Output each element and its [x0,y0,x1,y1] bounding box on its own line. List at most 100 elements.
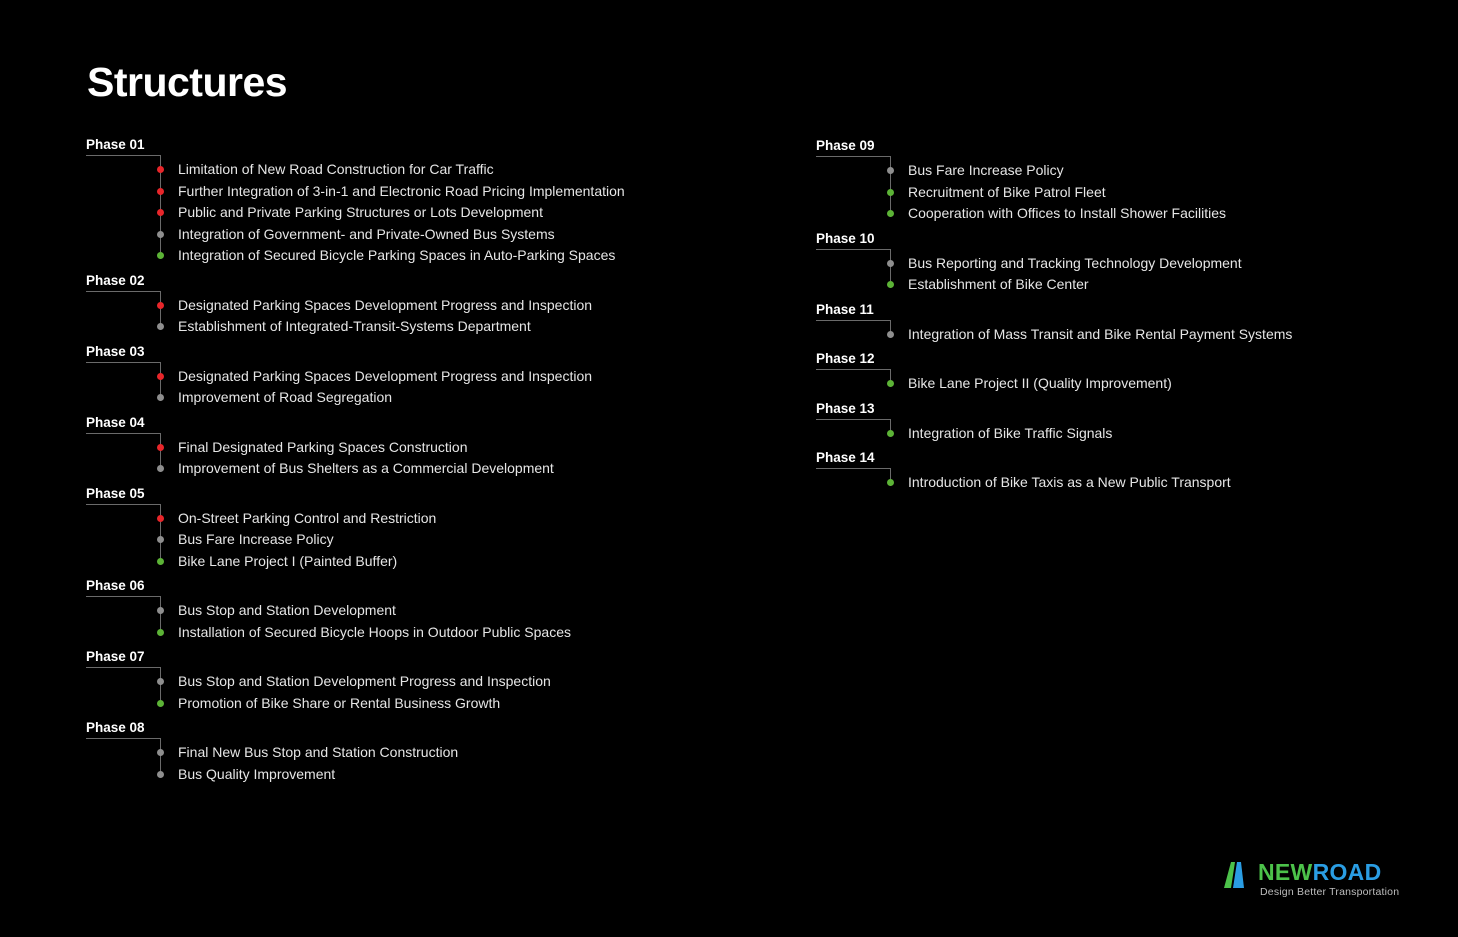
phase-label: Phase 02 [86,273,161,292]
status-dot-icon [157,770,164,778]
phase-item-text: On-Street Parking Control and Restrictio… [178,509,437,526]
phase-item: Bus Fare Increase Policy [157,529,726,551]
status-dot-icon [887,281,894,288]
phase-label: Phase 13 [816,401,891,420]
status-dot-icon [157,187,164,195]
phase-item: Improvement of Bus Shelters as a Commerc… [157,458,726,480]
status-dot-icon [157,678,164,685]
phase-label: Phase 05 [86,486,161,505]
status-dot-icon [887,259,894,267]
phase-item-text: Final Designated Parking Spaces Construc… [178,438,468,455]
status-dot-icon [157,209,164,216]
phase-item-list: Bike Lane Project II (Quality Improvemen… [816,369,1456,395]
phase-item-list: Limitation of New Road Construction for … [86,155,726,267]
phase-label: Phase 07 [86,649,161,668]
brand-logo: NEWROAD Design Better Transportation [1222,858,1412,902]
phase-label: Phase 10 [816,231,891,250]
phase-section: Phase 05 On-Street Parking Control and Re… [86,486,726,573]
phase-item-list: Designated Parking Spaces Development Pr… [86,361,726,409]
phase-label: Phase 01 [86,137,161,156]
phase-item-text: Bus Reporting and Tracking Technology De… [908,254,1242,271]
status-dot-icon [157,230,164,238]
phase-item: Recruitment of Bike Patrol Fleet [887,182,1456,204]
phase-column-right: Phase 09 Bus Fare Increase Policy Recruitm… [816,138,1456,500]
phase-item: Promotion of Bike Share or Rental Busine… [157,693,726,715]
status-dot-icon [157,372,164,380]
status-dot-icon [157,394,164,401]
status-dot-icon [157,699,164,707]
phase-item-text: Bus Stop and Station Development Progres… [178,673,551,689]
phase-section: Phase 11 Integration of Mass Transit and … [816,302,1456,346]
phase-item: Improvement of Road Segregation [157,387,726,409]
phase-item-text: Establishment of Integrated-Transit-Syst… [178,318,531,334]
phase-item: Public and Private Parking Structures or… [157,202,726,224]
phase-section: Phase 09 Bus Fare Increase Policy Recruitm… [816,138,1456,225]
phase-label: Phase 09 [816,138,891,157]
page-title: Structures [87,59,288,105]
status-dot-icon [887,188,894,196]
phase-item: Further Integration of 3-in-1 and Electr… [157,181,726,203]
status-dot-icon [887,429,894,437]
phase-item-text: Installation of Secured Bicycle Hoops in… [178,623,571,640]
phase-item-text: Designated Parking Spaces Development Pr… [178,367,593,384]
phase-item-text: Improvement of Road Segregation [178,389,393,405]
phase-item: Integration of Bike Traffic Signals [887,423,1456,445]
status-dot-icon [887,330,894,338]
status-dot-icon [157,252,164,259]
phase-item-list: Final Designated Parking Spaces Construc… [86,432,726,480]
phase-item-list: On-Street Parking Control and Restrictio… [86,503,726,573]
status-dot-icon [157,749,164,756]
phase-item-list: Integration of Mass Transit and Bike Ren… [816,319,1456,346]
phase-item-text: Bus Stop and Station Development [178,602,396,618]
phase-label: Phase 14 [816,450,891,469]
status-dot-icon [157,166,164,173]
phase-section: Phase 02 Designated Parking Spaces Develo… [86,273,726,338]
road-logo-icon [1224,862,1244,888]
phase-item: Designated Parking Spaces Development Pr… [157,295,726,317]
brand-name-part2: ROAD [1312,859,1382,885]
phase-item-list: Integration of Bike Traffic Signals [816,418,1456,445]
phase-label: Phase 06 [86,578,161,597]
status-dot-icon [157,607,164,614]
phase-item-list: Bus Fare Increase Policy Recruitment of B… [816,156,1456,225]
phase-section: Phase 03 Designated Parking Spaces Develo… [86,344,726,409]
phase-item-text: Bike Lane Project I (Painted Buffer) [178,552,398,569]
status-dot-icon [157,557,164,565]
phase-label: Phase 08 [86,720,161,739]
status-dot-icon [887,380,894,387]
phase-item: Cooperation with Offices to Install Show… [887,203,1456,225]
phase-item: Bus Fare Increase Policy [887,160,1456,182]
phase-item: Integration of Mass Transit and Bike Ren… [887,324,1456,346]
phase-item-text: Bus Fare Increase Policy [178,531,334,547]
phase-item-text: Integration of Mass Transit and Bike Ren… [908,325,1293,342]
phase-item: Final Designated Parking Spaces Construc… [157,437,726,459]
phase-item-text: Recruitment of Bike Patrol Fleet [908,183,1106,200]
phase-section: Phase 04 Final Designated Parking Spaces … [86,415,726,480]
phase-item-text: Further Integration of 3-in-1 and Electr… [178,182,625,199]
status-dot-icon [157,301,164,309]
phase-section: Phase 13 Integration of Bike Traffic Sign… [816,401,1456,445]
status-dot-icon [157,628,164,636]
phase-section: Phase 01 Limitation of New Road Construct… [86,137,726,267]
brand-name-part1: NEW [1258,859,1313,885]
phase-item-text: Introduction of Bike Taxis as a New Publ… [908,474,1231,490]
status-dot-icon [157,323,164,330]
phase-item-text: Public and Private Parking Structures or… [178,204,543,220]
phase-item-text: Improvement of Bus Shelters as a Commerc… [178,460,554,476]
phase-item-list: Bus Reporting and Tracking Technology De… [816,248,1456,296]
phase-column-left: Phase 01 Limitation of New Road Construct… [86,137,726,791]
phase-item-list: Bus Stop and Station Development Progres… [86,667,726,715]
phase-item-text: Promotion of Bike Share or Rental Busine… [178,694,501,711]
phase-item-list: Designated Parking Spaces Development Pr… [86,290,726,338]
brand-name: NEWROAD [1258,858,1381,886]
phase-item: Limitation of New Road Construction for … [157,159,726,181]
phase-label: Phase 04 [86,415,161,434]
phase-section: Phase 12 Bike Lane Project II (Quality Im… [816,351,1456,395]
phase-item: Bus Reporting and Tracking Technology De… [887,253,1456,275]
phase-item: Bike Lane Project II (Quality Improvemen… [887,373,1456,395]
phase-section: Phase 10 Bus Reporting and Tracking Techn… [816,231,1456,296]
status-dot-icon [887,210,894,217]
phase-section: Phase 06 Bus Stop and Station Development… [86,578,726,643]
phase-item-text: Final New Bus Stop and Station Construct… [178,744,459,760]
phase-item-text: Establishment of Bike Center [908,276,1089,292]
